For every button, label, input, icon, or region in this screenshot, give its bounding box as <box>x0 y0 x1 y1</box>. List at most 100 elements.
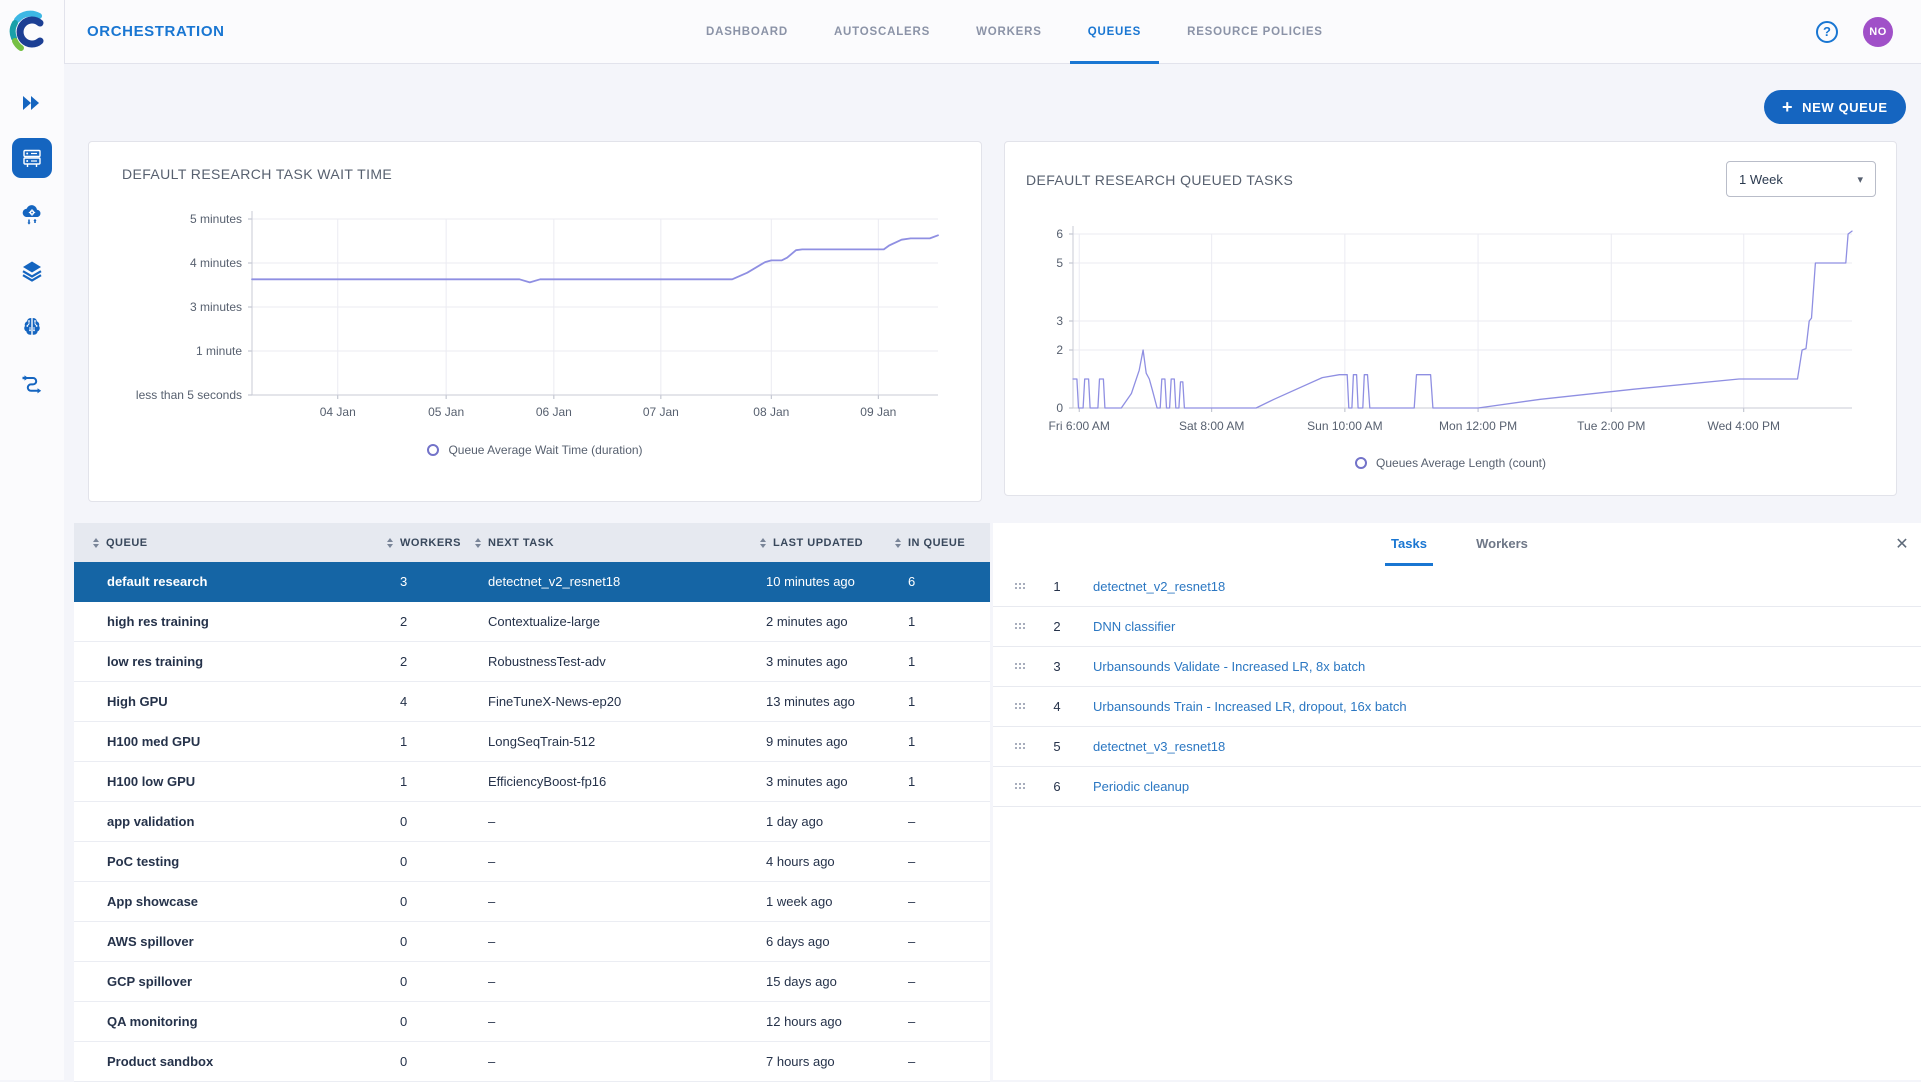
task-position: 1 <box>1049 567 1065 607</box>
cell-next-task: FineTuneX-News-ep20 <box>488 682 621 722</box>
cell-next-task: Contextualize-large <box>488 602 600 642</box>
legend-label: Queues Average Length (count) <box>1376 456 1546 470</box>
sort-icon[interactable] <box>93 538 99 548</box>
sidebar-item-models brain-icon[interactable] <box>20 315 44 339</box>
sidebar-item-orchestration[interactable] <box>12 138 52 178</box>
queues-table-header: QUEUE WORKERS NEXT TASK LAST UPDATED IN QUEU… <box>74 523 990 562</box>
svg-text:3: 3 <box>1056 314 1063 328</box>
drag-handle-icon[interactable] <box>1015 783 1027 791</box>
table-row-product-sandbox[interactable]: Product sandbox0–7 hours ago– <box>74 1042 990 1082</box>
sidebar-item-pipelines pipeline-icon[interactable] <box>20 372 44 396</box>
task-link[interactable]: Urbansounds Validate - Increased LR, 8x … <box>1093 647 1365 687</box>
task-position: 3 <box>1049 647 1065 687</box>
cell-in-queue: – <box>908 1042 915 1082</box>
column-header-next-task[interactable]: NEXT TASK <box>475 523 554 562</box>
table-row-aws-spillover[interactable]: AWS spillover0–6 days ago– <box>74 922 990 962</box>
cell-queue: Product sandbox <box>107 1042 213 1082</box>
svg-text:5: 5 <box>1056 256 1063 270</box>
table-row-h100-med-gpu[interactable]: H100 med GPU1LongSeqTrain-5129 minutes a… <box>74 722 990 762</box>
cell-in-queue: – <box>908 922 915 962</box>
expand-sidebar-icon[interactable] <box>20 91 44 115</box>
tab-dashboard[interactable]: DASHBOARD <box>688 0 806 64</box>
table-row-h100-low-gpu[interactable]: H100 low GPU1EfficiencyBoost-fp163 minut… <box>74 762 990 802</box>
svg-text:1 minute: 1 minute <box>196 344 242 358</box>
help-icon[interactable]: ? <box>1816 21 1838 43</box>
cell-queue: High GPU <box>107 682 168 722</box>
sort-icon[interactable] <box>760 538 766 548</box>
close-icon[interactable]: ✕ <box>1890 533 1914 557</box>
cell-workers: 0 <box>400 842 407 882</box>
svg-text:05 Jan: 05 Jan <box>428 405 464 419</box>
column-header-queue[interactable]: QUEUE <box>93 523 148 562</box>
cell-workers: 1 <box>400 762 407 802</box>
task-row[interactable]: 1 detectnet_v2_resnet18 <box>993 567 1921 607</box>
wait-time-legend[interactable]: Queue Average Wait Time (duration) <box>89 443 981 457</box>
avatar[interactable]: NO <box>1863 17 1893 47</box>
table-row-high-gpu[interactable]: High GPU4FineTuneX-News-ep2013 minutes a… <box>74 682 990 722</box>
drag-handle-icon[interactable] <box>1015 743 1027 751</box>
column-header-in-queue[interactable]: IN QUEUE <box>895 523 965 562</box>
cell-in-queue: – <box>908 962 915 1002</box>
cell-last-updated: 1 week ago <box>766 882 833 922</box>
table-row-app-showcase[interactable]: App showcase0–1 week ago– <box>74 882 990 922</box>
task-row[interactable]: 6Periodic cleanup <box>993 767 1921 807</box>
queued-tasks-legend[interactable]: Queues Average Length (count) <box>1005 456 1896 470</box>
queued-tasks-card: DEFAULT RESEARCH QUEUED TASKS 1 Week ▾ F… <box>1004 141 1897 496</box>
task-link[interactable]: DNN classifier <box>1093 607 1175 647</box>
table-row-default-research[interactable]: default research3detectnet_v2_resnet1810… <box>74 562 990 602</box>
drag-handle-icon[interactable] <box>1015 663 1027 671</box>
panel-tab-workers[interactable]: Workers <box>1468 523 1536 565</box>
cell-queue: default research <box>107 562 207 602</box>
sort-icon[interactable] <box>475 538 481 548</box>
tab-queues[interactable]: QUEUES <box>1070 0 1159 64</box>
column-label: WORKERS <box>400 537 461 549</box>
panel-tab-tasks[interactable]: Tasks <box>1385 523 1433 565</box>
sidebar-item-autoscalers cloud-gear-icon[interactable] <box>20 202 44 226</box>
drag-handle-icon[interactable] <box>1015 583 1027 591</box>
drag-handle-icon[interactable] <box>1015 703 1027 711</box>
cell-next-task: – <box>488 1002 495 1042</box>
cell-workers: 2 <box>400 642 407 682</box>
cell-next-task: – <box>488 962 495 1002</box>
table-row-app-validation[interactable]: app validation0–1 day ago– <box>74 802 990 842</box>
task-link[interactable]: detectnet_v3_resnet18 <box>1093 727 1225 767</box>
cell-next-task: – <box>488 802 495 842</box>
svg-text:Fri 6:00 AM: Fri 6:00 AM <box>1049 419 1110 433</box>
drag-handle-icon[interactable] <box>1015 623 1027 631</box>
sidebar-item-datasets layers-icon[interactable] <box>20 259 44 283</box>
new-queue-label: NEW QUEUE <box>1802 100 1888 115</box>
active-tab-underline <box>1385 563 1433 566</box>
new-queue-button[interactable]: + NEW QUEUE <box>1764 90 1906 124</box>
task-row[interactable]: 2DNN classifier <box>993 607 1921 647</box>
column-header-workers[interactable]: WORKERS <box>387 523 461 562</box>
table-row-low-res-training[interactable]: low res training2RobustnessTest-adv3 min… <box>74 642 990 682</box>
svg-text:Sat 8:00 AM: Sat 8:00 AM <box>1179 419 1244 433</box>
left-sidebar <box>0 0 64 1080</box>
sort-icon[interactable] <box>387 538 393 548</box>
svg-text:08 Jan: 08 Jan <box>753 405 789 419</box>
task-row[interactable]: 4Urbansounds Train - Increased LR, dropo… <box>993 687 1921 727</box>
task-link[interactable]: detectnet_v2_resnet18 <box>1093 567 1225 607</box>
cell-queue: QA monitoring <box>107 1002 198 1042</box>
column-header-last-updated[interactable]: LAST UPDATED <box>760 523 863 562</box>
task-row[interactable]: 3 Urbansounds Validate - Increased LR, 8x… <box>993 647 1921 687</box>
svg-text:Tue 2:00 PM: Tue 2:00 PM <box>1577 419 1645 433</box>
cell-workers: 0 <box>400 922 407 962</box>
tab-resource-policies[interactable]: RESOURCE POLICIES <box>1169 0 1341 64</box>
task-row[interactable]: 5detectnet_v3_resnet18 <box>993 727 1921 767</box>
table-row-poc-testing[interactable]: PoC testing0–4 hours ago– <box>74 842 990 882</box>
clearml-logo-icon[interactable] <box>9 10 53 54</box>
task-link[interactable]: Periodic cleanup <box>1093 767 1189 807</box>
column-label: QUEUE <box>106 537 148 549</box>
table-row-qa-monitoring[interactable]: QA monitoring0–12 hours ago– <box>74 1002 990 1042</box>
sort-icon[interactable] <box>895 538 901 548</box>
svg-text:Mon 12:00 PM: Mon 12:00 PM <box>1439 419 1517 433</box>
tab-autoscalers[interactable]: AUTOSCALERS <box>816 0 948 64</box>
wait-time-chart: 04 Jan05 Jan06 Jan07 Jan08 Jan09 Janless… <box>89 142 981 442</box>
plus-icon: + <box>1782 98 1793 116</box>
table-row-gcp-spillover[interactable]: GCP spillover0–15 days ago– <box>74 962 990 1002</box>
table-row-high-res-training[interactable]: high res training2Contextualize-large2 m… <box>74 602 990 642</box>
task-link[interactable]: Urbansounds Train - Increased LR, dropou… <box>1093 687 1407 727</box>
nav-divider <box>64 0 65 64</box>
tab-workers[interactable]: WORKERS <box>958 0 1060 64</box>
